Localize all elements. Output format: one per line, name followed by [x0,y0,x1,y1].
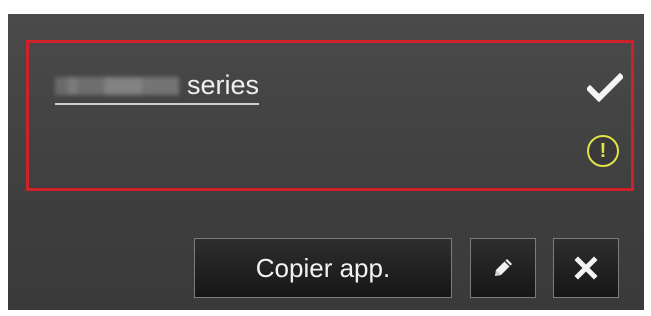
close-icon [574,256,598,280]
printer-list-panel: series ! Copier app. [8,14,644,310]
edit-button[interactable] [470,238,536,298]
redacted-printer-model [55,77,179,95]
pencil-icon [495,259,512,276]
close-button[interactable] [553,238,619,298]
printer-entry-selected[interactable]: series ! [26,40,634,191]
printer-series-label: series [187,70,260,100]
copy-device-button[interactable]: Copier app. [194,238,452,298]
printer-name: series [55,61,260,105]
checkmark-icon [587,73,623,103]
warning-icon: ! [587,135,619,167]
copy-device-label: Copier app. [255,252,391,283]
warning-symbol: ! [599,139,607,162]
